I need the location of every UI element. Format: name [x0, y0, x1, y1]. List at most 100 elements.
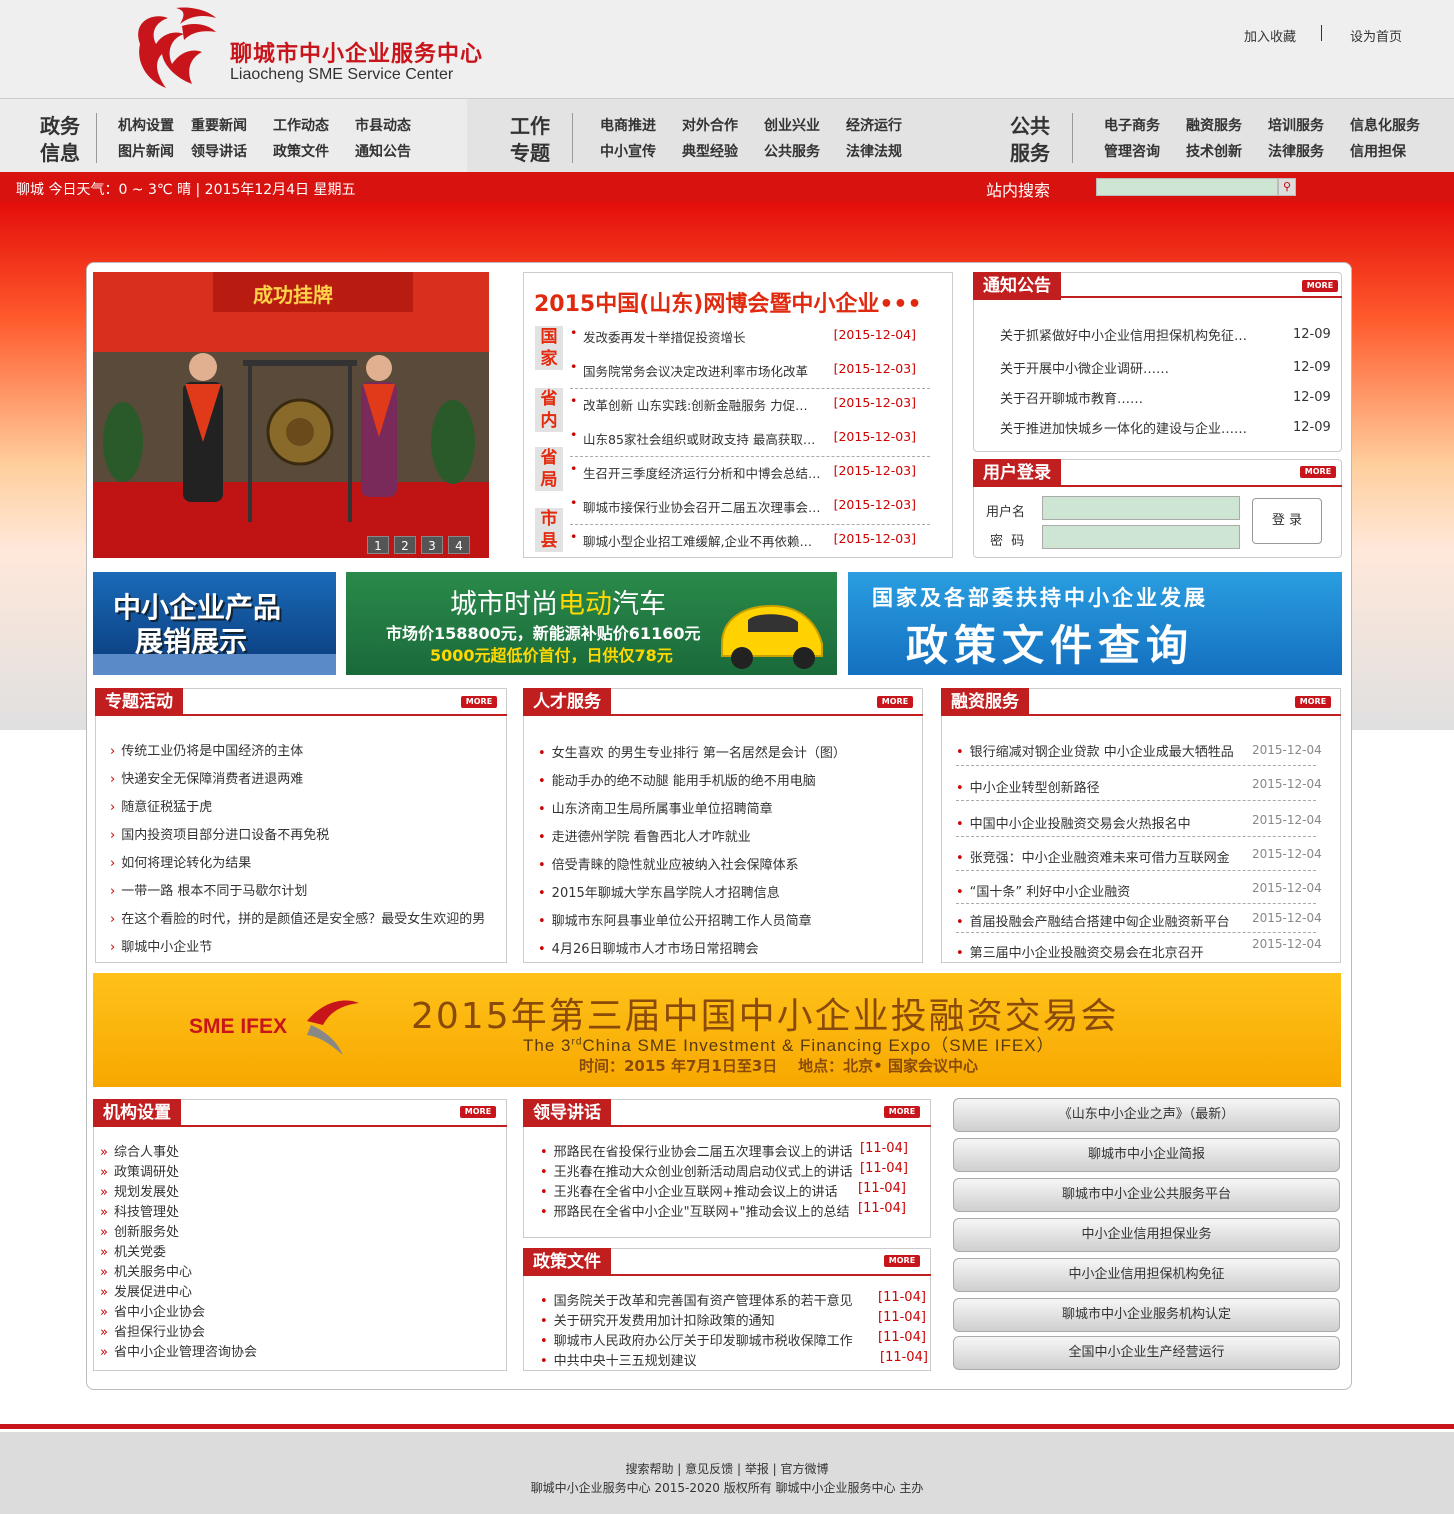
list-item[interactable]: • 中小企业转型创新路径	[956, 777, 1100, 796]
nav-link[interactable]: 领导讲话	[191, 141, 247, 161]
quicklink-button[interactable]: 聊城市中小企业公共服务平台	[953, 1178, 1340, 1212]
add-favorite-link[interactable]: 加入收藏	[1244, 26, 1296, 45]
list-item[interactable]: › 快递安全无保障消费者进退两难	[110, 768, 303, 787]
category-city[interactable]: 市县	[535, 508, 563, 552]
list-item[interactable]: • 中共中央十三五规划建议	[540, 1350, 697, 1369]
policy-title[interactable]: 政策文件	[523, 1248, 611, 1276]
nav-link[interactable]: 电商推进	[600, 115, 656, 135]
list-item[interactable]: › 在这个看脸的时代，拼的是颜值还是安全感？最受女生欢迎的男	[110, 908, 502, 927]
nav-link[interactable]: 经济运行	[846, 115, 902, 135]
quicklink-button[interactable]: 聊城市中小企业简报	[953, 1138, 1340, 1172]
list-item[interactable]: • 山东济南卫生局所属事业单位招聘简章	[538, 798, 773, 817]
more-button[interactable]: MORE	[1302, 280, 1338, 292]
speech-title[interactable]: 领导讲话	[523, 1099, 611, 1127]
nav-link[interactable]: 图片新闻	[118, 141, 174, 161]
username-input[interactable]	[1042, 496, 1240, 520]
list-item[interactable]: » 发展促进中心	[100, 1281, 192, 1300]
list-item[interactable]: › 聊城中小企业节	[110, 936, 212, 955]
list-item[interactable]: • 能动手办的绝不动腿 能用手机版的绝不用电脑	[538, 770, 816, 789]
finance-title[interactable]: 融资服务	[941, 688, 1029, 716]
search-input[interactable]	[1096, 178, 1278, 196]
nav-link[interactable]: 重要新闻	[191, 115, 247, 135]
list-item[interactable]: » 综合人事处	[100, 1141, 179, 1160]
nav-link[interactable]: 信息化服务	[1350, 115, 1420, 135]
banner-policy-query[interactable]: 国家及各部委扶持中小企业发展 政策文件查询	[848, 572, 1342, 675]
list-item[interactable]: • 张竞强：中小企业融资难未来可借力互联网金	[956, 847, 1246, 866]
more-button[interactable]: MORE	[884, 1106, 920, 1118]
list-item[interactable]: » 机关党委	[100, 1241, 166, 1260]
photo-slideshow[interactable]: 成功挂牌	[93, 272, 489, 558]
quicklink-button[interactable]: 中小企业信用担保业务	[953, 1218, 1340, 1252]
list-item[interactable]: » 规划发展处	[100, 1181, 179, 1200]
list-item[interactable]: • 倍受青睐的隐性就业应被纳入社会保障体系	[538, 854, 799, 873]
list-item[interactable]: • 王兆春在全省中小企业互联网+推动会议上的讲话	[540, 1181, 838, 1200]
more-button[interactable]: MORE	[884, 1255, 920, 1267]
expo-banner[interactable]: SME IFEX 2015年第三届中国中小企业投融资交易会 The 3rdChi…	[93, 973, 1341, 1087]
list-item[interactable]: » 机关服务中心	[100, 1261, 192, 1280]
nav-link[interactable]: 公共服务	[764, 141, 820, 161]
nav-link[interactable]: 政策文件	[273, 141, 329, 161]
list-item[interactable]: • 走进德州学院 看鲁西北人才咋就业	[538, 826, 751, 845]
search-icon[interactable]: ⚲	[1278, 178, 1296, 196]
more-button[interactable]: MORE	[460, 1106, 496, 1118]
list-item[interactable]: › 传统工业仍将是中国经济的主体	[110, 740, 303, 759]
nav-link[interactable]: 技术创新	[1186, 141, 1242, 161]
set-homepage-link[interactable]: 设为首页	[1350, 26, 1402, 45]
quicklink-button[interactable]: 《山东中小企业之声》（最新）	[953, 1098, 1340, 1132]
notice-item[interactable]: 关于抓紧做好中小企业信用担保机构免征…	[1000, 325, 1268, 344]
more-button[interactable]: MORE	[877, 696, 913, 708]
nav-link[interactable]: 市县动态	[355, 115, 411, 135]
nav-link[interactable]: 电子商务	[1104, 115, 1160, 135]
phoenix-logo-icon[interactable]	[128, 4, 218, 92]
banner-product-expo[interactable]: 中小企业产品 展销展示	[93, 572, 336, 675]
list-item[interactable]: • 关于研究开发费用加计扣除政策的通知	[540, 1310, 775, 1329]
slide-page-button[interactable]: 3	[421, 536, 443, 554]
nav-link[interactable]: 创业兴业	[764, 115, 820, 135]
list-item[interactable]: » 省担保行业协会	[100, 1321, 205, 1340]
list-item[interactable]: • 聊城市东阿县事业单位公开招聘工作人员简章	[538, 910, 812, 929]
slide-page-button[interactable]: 2	[394, 536, 416, 554]
quicklink-button[interactable]: 中小企业信用担保机构免征	[953, 1258, 1340, 1292]
category-bureau[interactable]: 省局	[535, 447, 563, 491]
list-item[interactable]: » 省中小企业协会	[100, 1301, 205, 1320]
quicklink-button[interactable]: 聊城市中小企业服务机构认定	[953, 1298, 1340, 1332]
banner-electric-car[interactable]: 城市时尚电动汽车 市场价158800元，新能源补贴价61160元 5000元超低…	[346, 572, 837, 675]
list-item[interactable]: • “国十条” 利好中小企业融资	[956, 881, 1130, 900]
nav-link[interactable]: 法律法规	[846, 141, 902, 161]
talent-title[interactable]: 人才服务	[523, 688, 611, 716]
list-item[interactable]: • 女生喜欢 的男生专业排行 第一名居然是会计（图）	[538, 742, 846, 761]
list-item[interactable]: › 国内投资项目部分进口设备不再免税	[110, 824, 329, 843]
list-item[interactable]: • 首届投融会产融结合搭建中匈企业融资新平台	[956, 911, 1246, 930]
list-item[interactable]: • 聊城市人民政府办公厅关于印发聊城市税收保障工作	[540, 1330, 853, 1349]
list-item[interactable]: • 中国中小企业投融资交易会火热报名中	[956, 813, 1191, 832]
notice-item[interactable]: 关于推进加快城乡一体化的建设与企业……	[1000, 418, 1268, 437]
notice-item[interactable]: 关于开展中小微企业调研……	[1000, 358, 1169, 377]
nav-link[interactable]: 法律服务	[1268, 141, 1324, 161]
list-item[interactable]: » 政策调研处	[100, 1161, 179, 1180]
list-item[interactable]: » 科技管理处	[100, 1201, 179, 1220]
list-item[interactable]: » 创新服务处	[100, 1221, 179, 1240]
nav-link[interactable]: 融资服务	[1186, 115, 1242, 135]
special-title[interactable]: 专题活动	[95, 688, 183, 716]
category-province[interactable]: 省内	[535, 388, 563, 432]
login-button[interactable]: 登 录	[1252, 498, 1322, 544]
nav-link[interactable]: 机构设置	[118, 115, 174, 135]
quicklink-button[interactable]: 全国中小企业生产经营运行	[953, 1336, 1340, 1370]
notice-item[interactable]: 关于召开聊城市教育……	[1000, 388, 1143, 407]
list-item[interactable]: • 邢路民在省投保行业协会二届五次理事会议上的讲话	[540, 1141, 853, 1160]
nav-link[interactable]: 对外合作	[682, 115, 738, 135]
list-item[interactable]: • 王兆春在推动大众创业创新活动周启动仪式上的讲话	[540, 1161, 853, 1180]
nav-link[interactable]: 通知公告	[355, 141, 411, 161]
slide-page-button[interactable]: 1	[367, 536, 389, 554]
list-item[interactable]: » 省中小企业管理咨询协会	[100, 1341, 257, 1360]
nav-link[interactable]: 中小宣传	[600, 141, 656, 161]
nav-link[interactable]: 工作动态	[273, 115, 329, 135]
category-national[interactable]: 国家	[535, 326, 563, 370]
more-button[interactable]: MORE	[461, 696, 497, 708]
headline-title[interactable]: 2015中国(山东)网博会暨中小企业•••	[534, 286, 922, 318]
list-item[interactable]: › 随意征税猛于虎	[110, 796, 212, 815]
footer-links[interactable]: 搜索帮助 | 意见反馈 | 举报 | 官方微博	[0, 1460, 1454, 1477]
list-item[interactable]: • 银行缩减对钢企业贷款 中小企业成最大牺牲品	[956, 741, 1246, 760]
more-button[interactable]: MORE	[1295, 696, 1331, 708]
more-button[interactable]: MORE	[1300, 466, 1336, 478]
